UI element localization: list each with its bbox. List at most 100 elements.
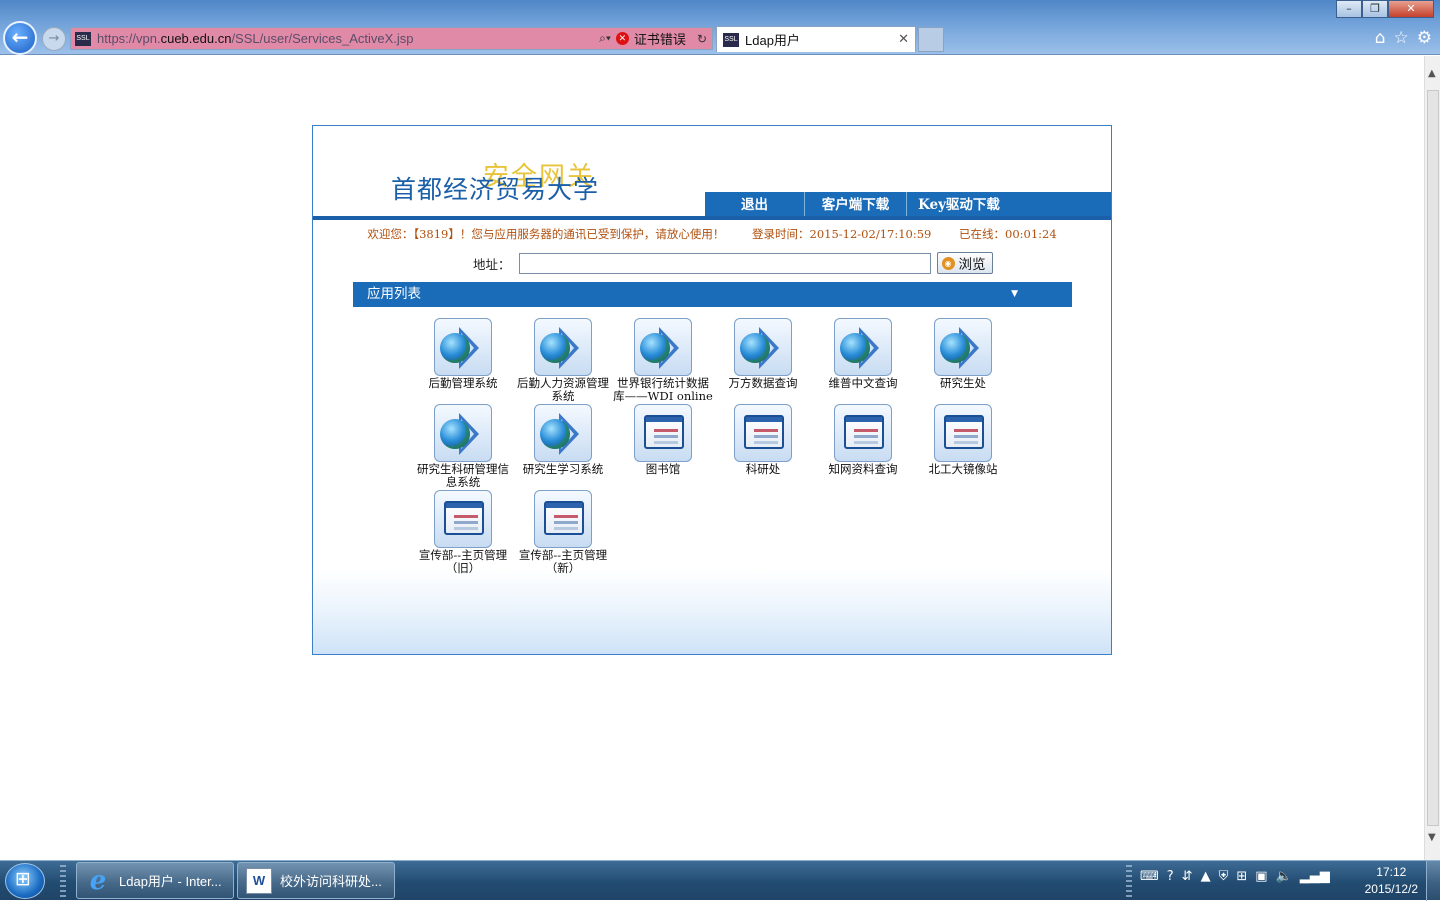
vertical-scrollbar[interactable]: ▲ ▼ [1424,56,1440,860]
system-clock[interactable]: 17:12 2015/12/2 [1365,864,1418,898]
app-label: 后勤管理系统 [428,376,498,390]
nav-logout[interactable]: 退出 [705,192,805,218]
window-icon[interactable] [834,404,892,462]
scroll-down-icon[interactable]: ▼ [1428,832,1436,843]
app-item[interactable]: 图书馆 [613,404,713,490]
app-item[interactable]: 研究生科研管理信息系统 [413,404,513,490]
header-divider [313,216,1111,220]
globe-arrow-icon[interactable] [734,318,792,376]
taskbar: e Ldap用户 - Inter... W 校外访问科研处... ⌨ ? ⇵ ▲… [0,860,1440,901]
tab-ssl-icon: SSL [723,32,739,47]
app-item[interactable]: 万方数据查询 [713,318,813,404]
app-label: 宣传部--主页管理（旧） [418,548,508,575]
ssl-site-icon: SSL [75,31,91,46]
system-tray: ⌨ ? ⇵ ▲ ⛨ ⊞ ▣ 🔈 ▂▄▆ [1140,869,1330,884]
app-label: 研究生科研管理信息系统 [417,462,509,489]
browse-button[interactable]: ◉ 浏览 [936,252,993,274]
windows-flag-icon[interactable]: ⊞ [1236,869,1247,884]
tab-title: Ldap用户 [745,33,800,48]
portal-panel: 安全网关 首都经济贸易大学 退出 客户端下载 Key驱动下载 欢迎您：【3819… [312,125,1112,655]
app-item[interactable]: 宣传部--主页管理（新） [513,490,613,576]
app-label: 北工大镜像站 [928,462,998,476]
show-desktop-button[interactable] [1426,861,1440,901]
task-ie[interactable]: e Ldap用户 - Inter... [76,862,234,899]
address-row: 地址： ◉ 浏览 [473,252,993,274]
globe-arrow-icon[interactable] [534,318,592,376]
app-item[interactable]: 知网资料查询 [813,404,913,490]
window-icon[interactable] [434,490,492,548]
clock-date: 2015/12/2 [1364,882,1418,896]
settings-gear-icon[interactable]: ⚙ [1417,28,1432,48]
certificate-error[interactable]: ✕ 证书错误 [615,29,686,48]
app-list-title: 应用列表 [367,286,421,302]
app-item[interactable]: 研究生学习系统 [513,404,613,490]
scroll-thumb[interactable] [1427,90,1439,826]
back-button[interactable]: ← [3,21,37,55]
welcome-message: 欢迎您：【3819】！您与应用服务器的通讯已受到保护，请放心使用！ [367,227,725,241]
taskbar-grip[interactable] [60,865,66,897]
app-item[interactable]: 北工大镜像站 [913,404,1013,490]
task-word[interactable]: W 校外访问科研处... [237,862,395,899]
url-text[interactable]: https://vpn.cueb.edu.cn/SSL/user/Service… [97,31,594,46]
removable-device-icon[interactable]: ▣ [1255,869,1267,884]
app-label: 世界银行统计数据库——WDI online [613,376,713,403]
security-shield-icon[interactable]: ⛨ [1219,869,1229,884]
keyboard-icon[interactable]: ⌨ [1140,869,1159,884]
error-icon: ✕ [615,32,629,45]
window-icon[interactable] [634,404,692,462]
app-item[interactable]: 后勤管理系统 [413,318,513,404]
window-controls: – ❐ ✕ [1336,0,1434,18]
globe-arrow-icon[interactable] [634,318,692,376]
collapse-caret-icon[interactable]: ▼ [1011,282,1018,307]
clock-time: 17:12 [1376,865,1407,879]
show-hidden-icons[interactable]: ▲ [1201,869,1211,884]
globe-arrow-icon[interactable] [934,318,992,376]
status-line: 欢迎您：【3819】！您与应用服务器的通讯已受到保护，请放心使用！ 登录时间：2… [313,226,1111,242]
app-label: 维普中文查询 [828,376,898,390]
app-list-header[interactable]: 应用列表 ▼ [353,282,1072,307]
browser-chrome: – ❐ ✕ ← → SSL https://vpn.cueb.edu.cn/SS… [0,0,1440,55]
tray-grip[interactable] [1126,865,1132,897]
globe-arrow-icon[interactable] [434,318,492,376]
close-window-button[interactable]: ✕ [1388,0,1434,18]
nav-client-download[interactable]: 客户端下载 [805,192,907,218]
globe-arrow-icon[interactable] [534,404,592,462]
network-switch-icon[interactable]: ⇵ [1182,869,1193,884]
app-item[interactable]: 后勤人力资源管理系统 [513,318,613,404]
window-icon[interactable] [934,404,992,462]
top-navigation: 退出 客户端下载 Key驱动下载 [705,192,1111,218]
new-tab-button[interactable] [918,27,944,52]
home-icon[interactable]: ⌂ [1375,28,1386,48]
signal-icon[interactable]: ▂▄▆ [1300,869,1330,884]
app-item[interactable]: 科研处 [713,404,813,490]
logo-main-text: 首都经济贸易大学 [391,175,600,204]
restore-button[interactable]: ❐ [1362,0,1388,18]
app-item[interactable]: 宣传部--主页管理（旧） [413,490,513,576]
minimize-button[interactable]: – [1336,0,1362,18]
app-label: 研究生处 [940,376,986,390]
volume-icon[interactable]: 🔈 [1276,869,1292,884]
app-item[interactable]: 世界银行统计数据库——WDI online [613,318,713,404]
page-viewport: 安全网关 首都经济贸易大学 退出 客户端下载 Key驱动下载 欢迎您：【3819… [0,56,1424,860]
tab-ldap[interactable]: SSL Ldap用户 ✕ [716,26,916,52]
tab-close-icon[interactable]: ✕ [898,31,909,47]
refresh-icon[interactable]: ↻ [697,32,707,46]
globe-arrow-icon[interactable] [834,318,892,376]
window-icon[interactable] [534,490,592,548]
app-item[interactable]: 研究生处 [913,318,1013,404]
start-button[interactable] [5,863,45,899]
nav-key-driver-download[interactable]: Key驱动下载 [907,192,1011,218]
window-icon[interactable] [734,404,792,462]
app-item[interactable]: 维普中文查询 [813,318,913,404]
login-time: 登录时间：2015-12-02/17:10:59 [752,227,932,241]
toolbar-icons: ⌂ ☆ ⚙ [1375,28,1432,48]
search-icon[interactable]: ⌕▾ [599,31,611,46]
address-bar[interactable]: SSL https://vpn.cueb.edu.cn/SSL/user/Ser… [70,27,713,50]
scroll-up-icon[interactable]: ▲ [1428,68,1436,79]
forward-button[interactable]: → [42,27,66,51]
help-icon[interactable]: ? [1167,869,1174,884]
address-input[interactable] [518,252,931,274]
task-word-label: 校外访问科研处... [280,874,382,889]
favorites-star-icon[interactable]: ☆ [1394,28,1409,48]
globe-arrow-icon[interactable] [434,404,492,462]
